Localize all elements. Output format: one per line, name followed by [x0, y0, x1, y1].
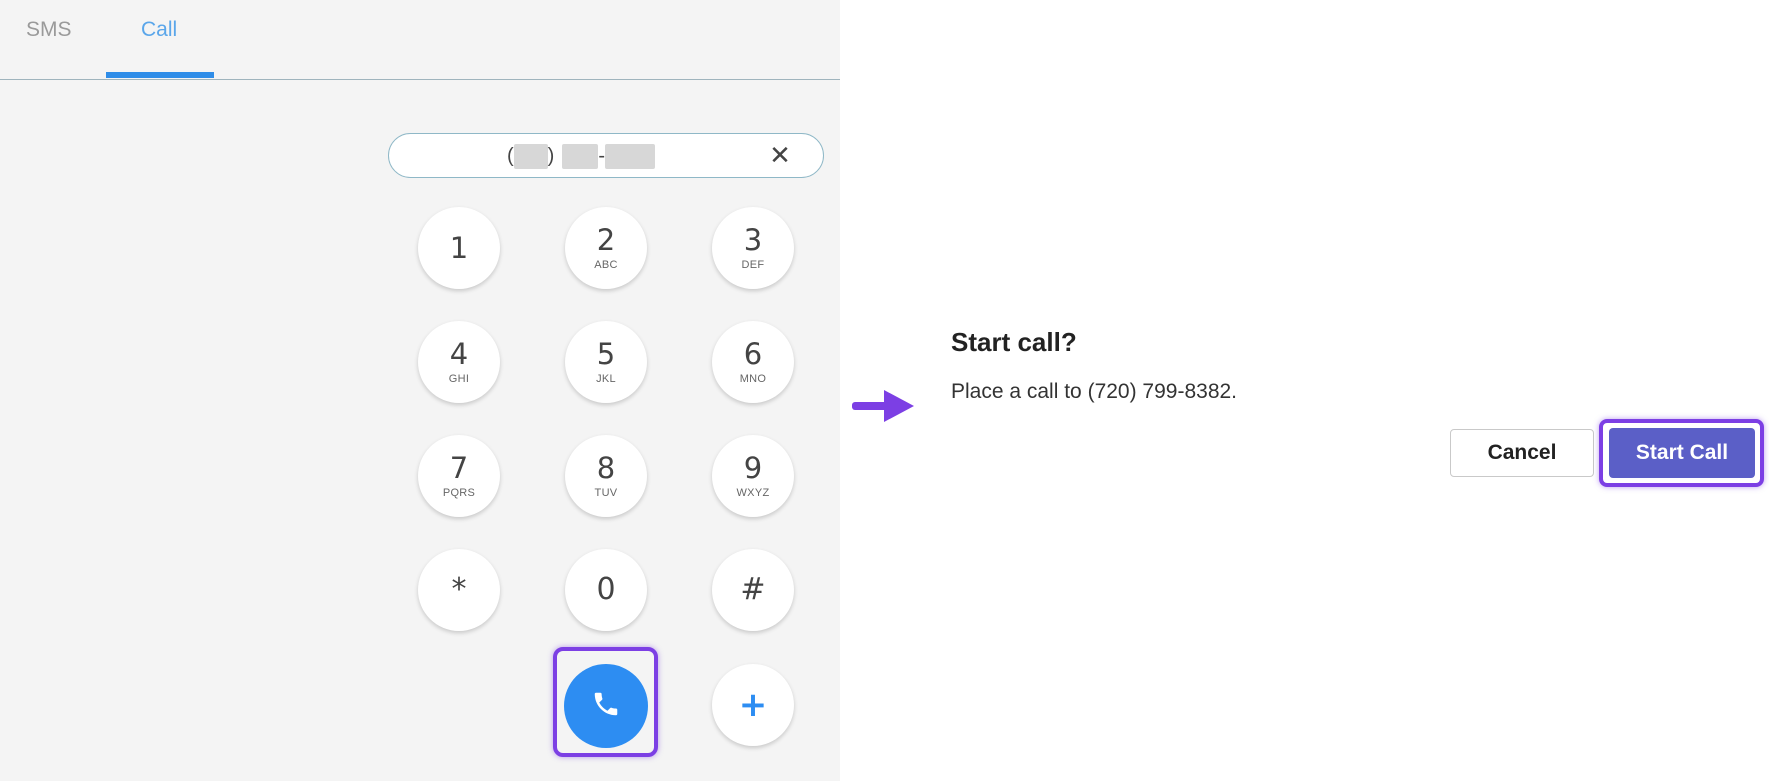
key-3[interactable]: 3 DEF — [712, 207, 794, 289]
key-2[interactable]: 2 ABC — [565, 207, 647, 289]
tab-call[interactable]: Call — [141, 18, 177, 42]
active-tab-indicator — [106, 72, 214, 78]
key-digit: 5 — [596, 337, 616, 371]
call-button[interactable] — [564, 664, 648, 748]
key-digit: 9 — [743, 451, 763, 485]
key-letters: JKL — [596, 373, 616, 385]
key-9[interactable]: 9 WXYZ — [712, 435, 794, 517]
redacted-prefix — [562, 143, 599, 169]
cancel-button[interactable]: Cancel — [1450, 429, 1594, 477]
key-digit: 0 — [596, 572, 616, 607]
key-letters: ABC — [594, 259, 618, 271]
arrow-right-icon — [852, 388, 916, 429]
key-letters: MNO — [739, 373, 767, 385]
phone-number-field[interactable]: ( ) - ✕ — [388, 133, 824, 178]
key-letters: WXYZ — [736, 487, 770, 499]
redacted-area-code — [513, 143, 548, 169]
start-call-button[interactable]: Start Call — [1609, 428, 1755, 478]
close-icon[interactable]: ✕ — [767, 142, 793, 168]
key-8[interactable]: 8 TUV — [565, 435, 647, 517]
key-letters: DEF — [741, 259, 765, 271]
phone-icon — [591, 689, 621, 724]
key-digit: # — [740, 572, 766, 607]
key-letters: TUV — [594, 487, 618, 499]
plus-icon: + — [738, 685, 768, 725]
tab-bar: SMS Call — [0, 0, 840, 80]
key-6[interactable]: 6 MNO — [712, 321, 794, 403]
key-hash[interactable]: # — [712, 549, 794, 631]
key-digit: 6 — [743, 337, 763, 371]
key-star[interactable]: * — [418, 549, 500, 631]
redacted-line-number — [605, 143, 656, 169]
key-digit: 1 — [449, 231, 469, 265]
number-open-paren: ( — [507, 144, 514, 167]
phone-number-display: ( ) - — [507, 143, 656, 169]
key-7[interactable]: 7 PQRS — [418, 435, 500, 517]
key-4[interactable]: 4 GHI — [418, 321, 500, 403]
key-digit: 2 — [596, 223, 616, 257]
key-0[interactable]: 0 — [565, 549, 647, 631]
add-button[interactable]: + — [712, 664, 794, 746]
dialog-title: Start call? — [951, 327, 1077, 357]
key-letters: PQRS — [442, 487, 476, 499]
key-digit: 8 — [596, 451, 616, 485]
dialog-message: Place a call to (720) 799-8382. — [951, 380, 1238, 403]
tab-sms[interactable]: SMS — [26, 18, 72, 42]
key-digit: * — [451, 572, 467, 607]
key-digit: 4 — [449, 337, 469, 371]
number-dash: - — [598, 144, 606, 167]
key-1[interactable]: 1 — [418, 207, 500, 289]
key-digit: 7 — [449, 451, 469, 485]
number-close-paren: ) — [547, 144, 555, 167]
key-letters: GHI — [448, 373, 470, 385]
key-digit: 3 — [743, 223, 763, 257]
dialer-panel: SMS Call ( ) - ✕ 1 2 ABC 3 DEF 4 GHI 5 J… — [0, 0, 840, 781]
key-5[interactable]: 5 JKL — [565, 321, 647, 403]
